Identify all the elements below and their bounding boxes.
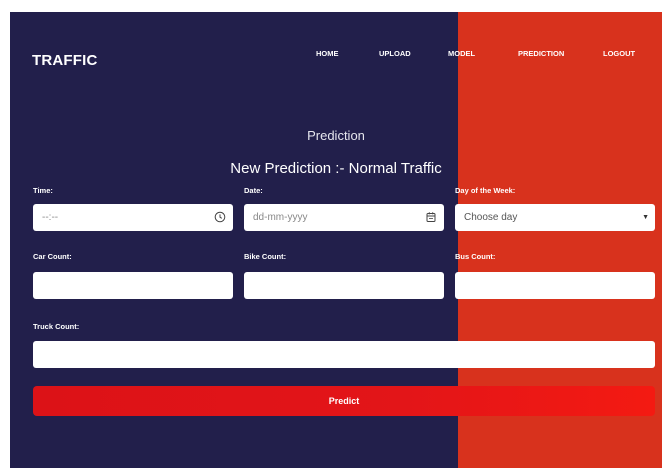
car-count-input[interactable] — [33, 272, 233, 299]
nav-logout[interactable]: LOGOUT — [603, 49, 635, 58]
car-count-label: Car Count: — [33, 252, 72, 261]
truck-count-input[interactable] — [33, 341, 655, 368]
page-card: TRAFFIC HOME UPLOAD MODEL PREDICTION LOG… — [10, 12, 662, 468]
day-selected-value: Choose day — [464, 212, 518, 223]
predict-button[interactable]: Predict — [33, 386, 655, 416]
nav-prediction[interactable]: PREDICTION — [518, 49, 564, 58]
time-label: Time: — [33, 186, 53, 195]
nav-home[interactable]: HOME — [316, 49, 339, 58]
bus-count-input[interactable] — [455, 272, 655, 299]
chevron-down-icon[interactable]: ▼ — [642, 214, 649, 221]
bike-count-label: Bike Count: — [244, 252, 287, 261]
date-label: Date: — [244, 186, 263, 195]
page-heading: New Prediction :- Normal Traffic — [230, 160, 442, 177]
bike-count-input[interactable] — [244, 272, 444, 299]
date-input[interactable]: dd-mm-yyyy — [244, 204, 444, 231]
day-label: Day of the Week: — [455, 186, 516, 195]
page-subtitle: Prediction — [307, 128, 365, 143]
nav-model[interactable]: MODEL — [448, 49, 475, 58]
nav-upload[interactable]: UPLOAD — [379, 49, 411, 58]
bus-count-label: Bus Count: — [455, 252, 496, 261]
clock-icon[interactable] — [214, 211, 226, 223]
calendar-icon[interactable] — [425, 211, 437, 223]
time-input[interactable]: --:-- — [33, 204, 233, 231]
top-nav: HOME UPLOAD MODEL PREDICTION LOGOUT — [10, 49, 662, 63]
day-select[interactable]: Choose day ▼ — [455, 204, 655, 231]
truck-count-label: Truck Count: — [33, 322, 80, 331]
date-placeholder: dd-mm-yyyy — [253, 212, 308, 223]
time-placeholder: --:-- — [42, 212, 59, 223]
